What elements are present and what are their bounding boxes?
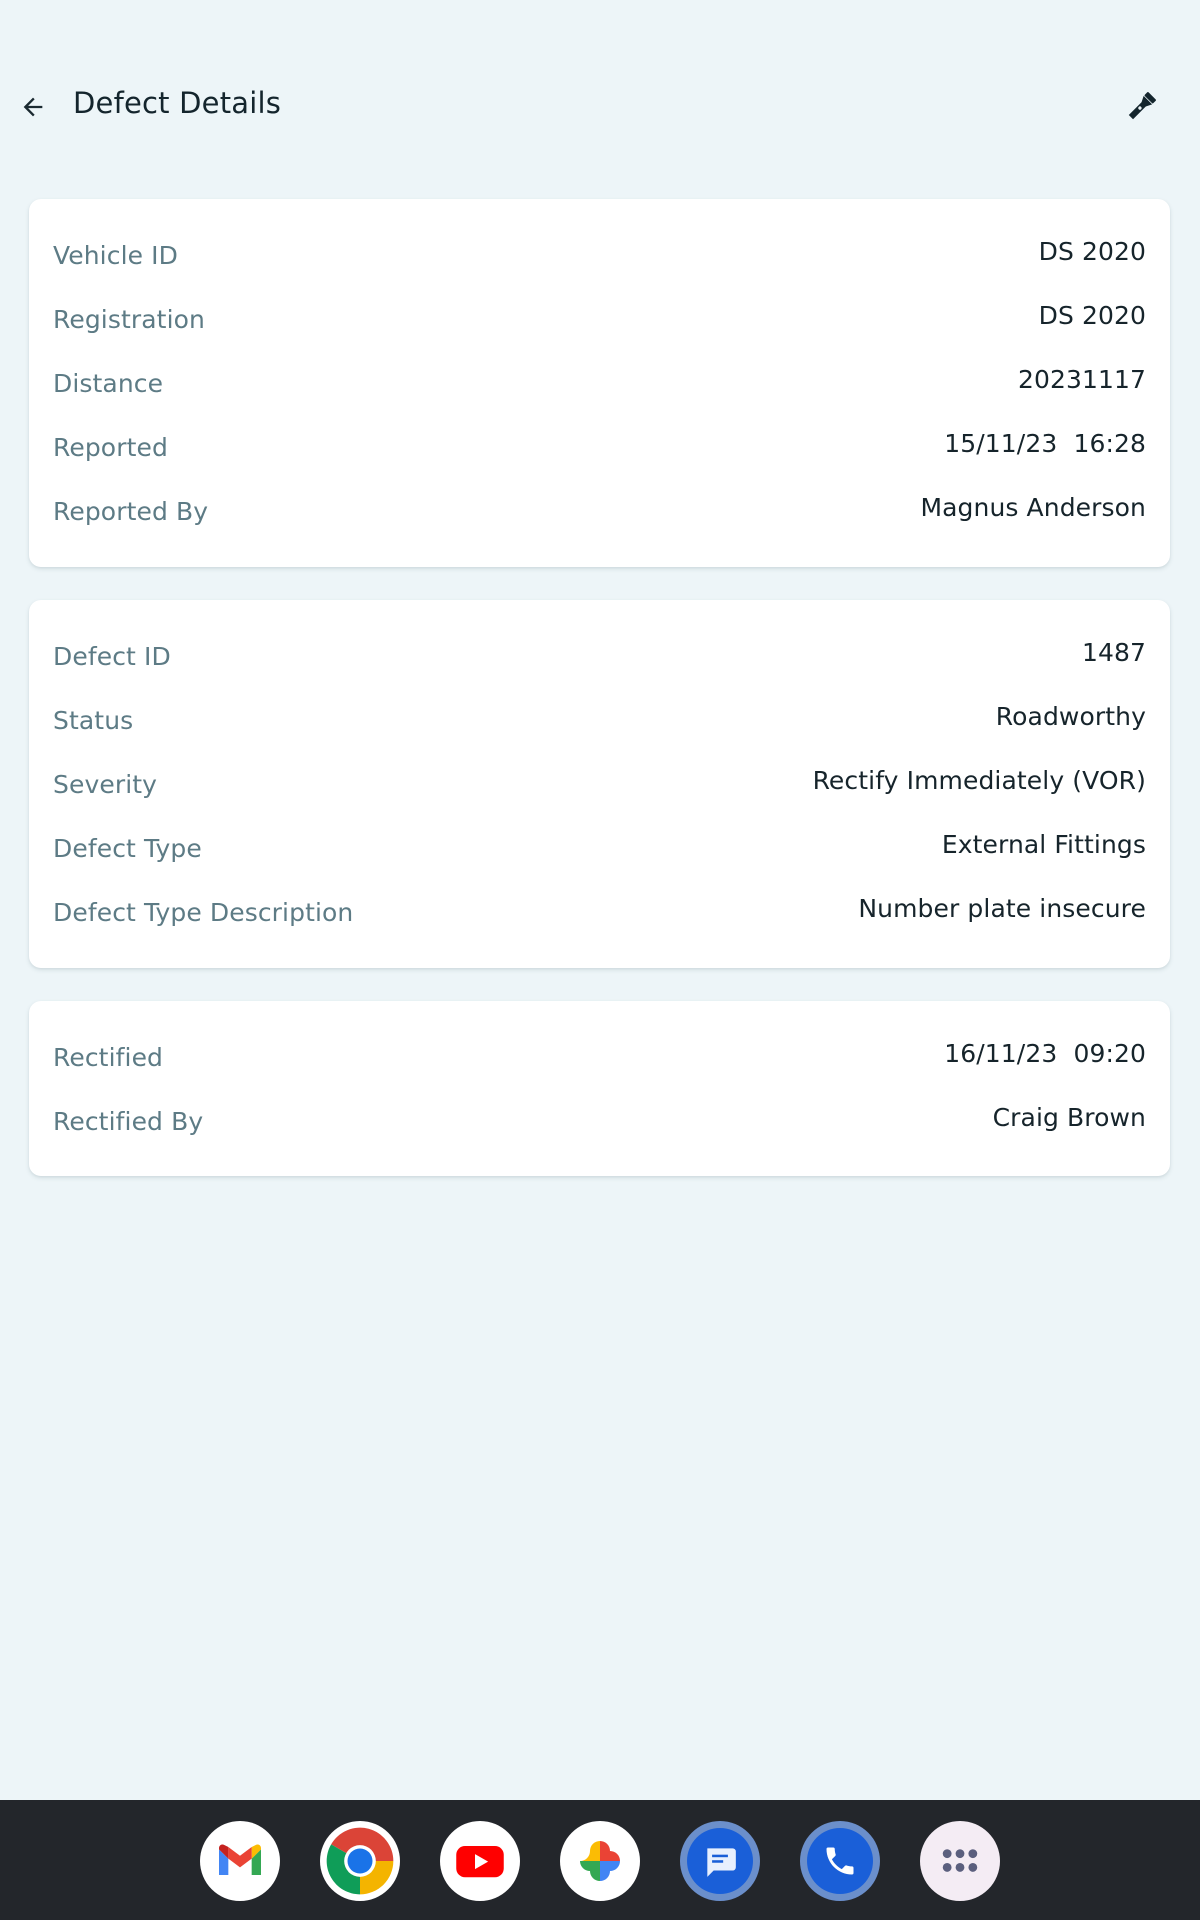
row-label: Defect ID: [53, 642, 171, 671]
info-row-rectified: Rectified 16/11/23 09:20: [53, 1037, 1146, 1077]
messages-app-button[interactable]: [680, 1821, 760, 1901]
youtube-icon: [456, 1846, 504, 1878]
vehicle-info-card: Vehicle ID DS 2020 Registration DS 2020 …: [29, 199, 1170, 567]
row-label: Registration: [53, 305, 205, 334]
app-bar: Defect Details: [0, 64, 1200, 150]
page-title: Defect Details: [73, 86, 282, 120]
row-value: 20231117: [1017, 365, 1146, 394]
messages-icon: [707, 1848, 736, 1877]
arrow-back-icon: [23, 97, 43, 117]
chrome-app-button[interactable]: [320, 1821, 400, 1901]
info-row-reported: Reported 15/11/23 16:28: [53, 427, 1146, 467]
row-label: Status: [53, 706, 134, 735]
phone-icon-bg: [807, 1828, 873, 1894]
row-label: Reported By: [53, 497, 209, 526]
info-row-reported-by: Reported By Magnus Anderson: [53, 491, 1146, 531]
row-label: Defect Type Description: [53, 898, 354, 927]
row-value: Number plate insecure: [858, 894, 1146, 923]
gmail-app-button[interactable]: [200, 1821, 280, 1901]
row-value: 15/11/23 16:28: [944, 429, 1146, 458]
info-row-registration: Registration DS 2020: [53, 299, 1146, 339]
info-row-defect-type-description: Defect Type Description Number plate ins…: [53, 892, 1146, 932]
app-drawer-button[interactable]: [920, 1821, 1000, 1901]
info-row-severity: Severity Rectify Immediately (VOR): [53, 764, 1146, 804]
back-button[interactable]: [12, 84, 54, 130]
taskbar-dock: [0, 1800, 1200, 1920]
photos-app-button[interactable]: [560, 1821, 640, 1901]
messages-icon-bg: [687, 1828, 753, 1894]
info-row-defect-type: Defect Type External Fittings: [53, 828, 1146, 868]
row-label: Distance: [53, 369, 164, 398]
phone-app-button[interactable]: [800, 1821, 880, 1901]
row-value: Roadworthy: [995, 702, 1146, 731]
row-value: External Fittings: [941, 830, 1146, 859]
row-value: Magnus Anderson: [920, 493, 1146, 522]
chrome-icon: [326, 1827, 394, 1895]
info-row-distance: Distance 20231117: [53, 363, 1146, 403]
gmail-icon: [219, 1844, 261, 1875]
app-drawer-icon: [942, 1849, 978, 1872]
row-label: Rectified By: [53, 1107, 204, 1136]
row-label: Rectified: [53, 1043, 164, 1072]
info-row-vehicle-id: Vehicle ID DS 2020: [53, 235, 1146, 275]
flashlight-icon: [1128, 91, 1157, 120]
row-value: DS 2020: [1038, 301, 1146, 330]
flashlight-button[interactable]: [1118, 82, 1164, 132]
info-row-status: Status Roadworthy: [53, 700, 1146, 740]
row-label: Vehicle ID: [53, 241, 178, 270]
phone-icon: [826, 1847, 854, 1875]
photos-icon: [580, 1841, 620, 1881]
row-label: Severity: [53, 770, 158, 799]
row-value: 16/11/23 09:20: [944, 1039, 1146, 1068]
row-value: Rectify Immediately (VOR): [812, 766, 1146, 795]
rectified-info-card: Rectified 16/11/23 09:20 Rectified By Cr…: [29, 1001, 1170, 1176]
row-value: DS 2020: [1038, 237, 1146, 266]
info-row-rectified-by: Rectified By Craig Brown: [53, 1101, 1146, 1141]
youtube-app-button[interactable]: [440, 1821, 520, 1901]
row-value: Craig Brown: [992, 1103, 1146, 1132]
row-label: Reported: [53, 433, 168, 462]
row-label: Defect Type: [53, 834, 202, 863]
row-value: 1487: [1081, 638, 1146, 667]
info-row-defect-id: Defect ID 1487: [53, 636, 1146, 676]
defect-info-card: Defect ID 1487 Status Roadworthy Severit…: [29, 600, 1170, 968]
